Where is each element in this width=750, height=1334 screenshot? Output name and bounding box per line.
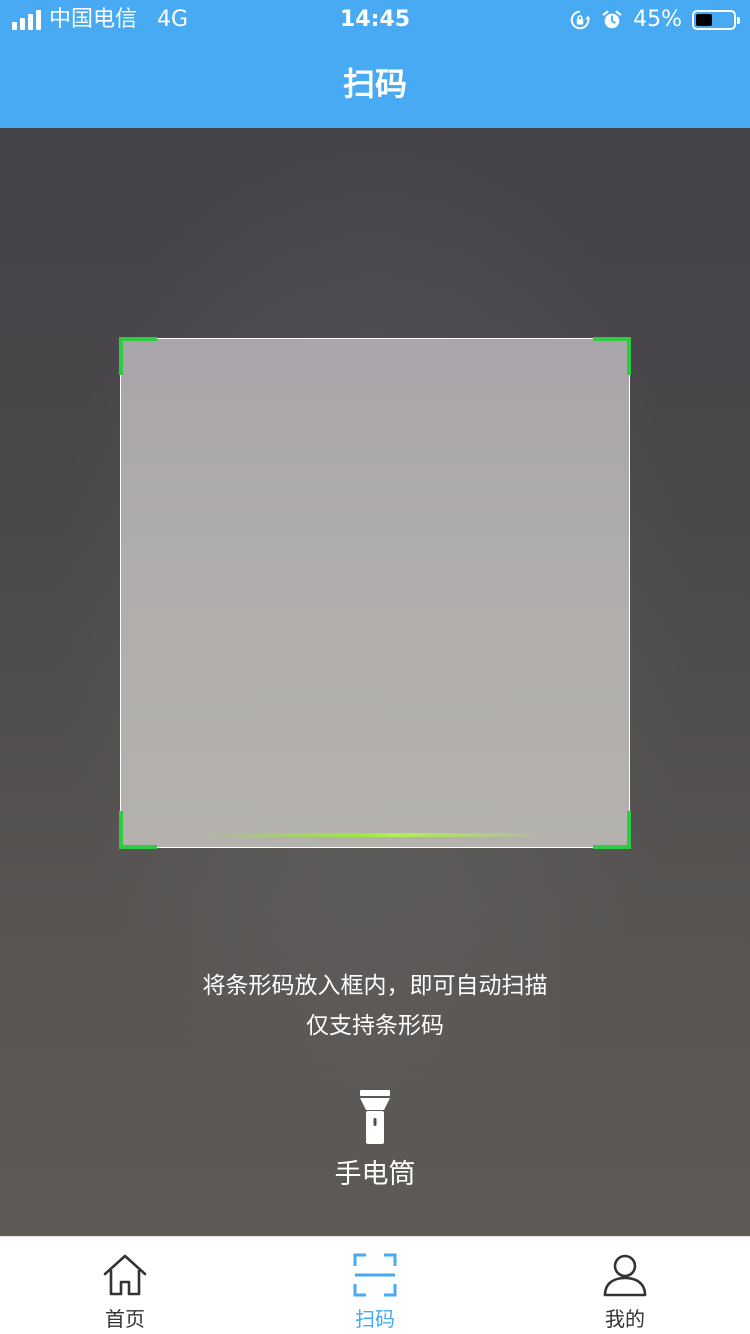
battery-level-fill <box>696 14 712 26</box>
scan-line <box>201 833 549 837</box>
alarm-icon <box>602 10 622 29</box>
scan-support-text: 仅支持条形码 <box>306 1013 444 1039</box>
scan-corner-top-right <box>593 337 631 375</box>
scan-hint-text: 将条形码放入框内，即可自动扫描 <box>202 973 548 999</box>
camera-viewfinder: 将条形码放入框内，即可自动扫描 仅支持条形码 手电筒 <box>0 128 750 1236</box>
user-icon <box>603 1254 647 1297</box>
tab-mine-label: 我的 <box>605 1307 645 1331</box>
page-title: 扫码 <box>342 65 407 103</box>
flashlight-label: 手电筒 <box>334 1159 416 1190</box>
battery-icon <box>692 10 740 30</box>
tab-scan[interactable]: 扫码 <box>250 1237 500 1334</box>
status-bar: 中国电信 4G 14:45 45% <box>0 0 750 40</box>
tab-home-label: 首页 <box>105 1307 145 1331</box>
scan-corner-top-left <box>119 337 157 375</box>
tab-bar: 首页 扫码 我的 <box>0 1236 750 1334</box>
flashlight-icon <box>360 1090 390 1144</box>
nav-bar: 扫码 <box>0 40 750 128</box>
flashlight-button[interactable]: 手电筒 <box>300 1090 450 1200</box>
scanner-screen: 中国电信 4G 14:45 45% 扫码 将条形码放入框内，即可自动扫描 仅支持… <box>0 0 750 1334</box>
scan-frame <box>119 337 631 849</box>
orientation-lock-icon <box>570 10 591 30</box>
scan-corner-bottom-left <box>119 811 157 849</box>
tab-scan-label: 扫码 <box>355 1307 395 1331</box>
home-icon <box>103 1254 147 1296</box>
scan-icon <box>353 1253 397 1297</box>
scan-corner-bottom-right <box>593 811 631 849</box>
status-right: 45% <box>569 0 740 40</box>
tab-home[interactable]: 首页 <box>0 1237 250 1334</box>
tab-mine[interactable]: 我的 <box>500 1237 750 1334</box>
battery-percent: 45% <box>633 7 682 32</box>
